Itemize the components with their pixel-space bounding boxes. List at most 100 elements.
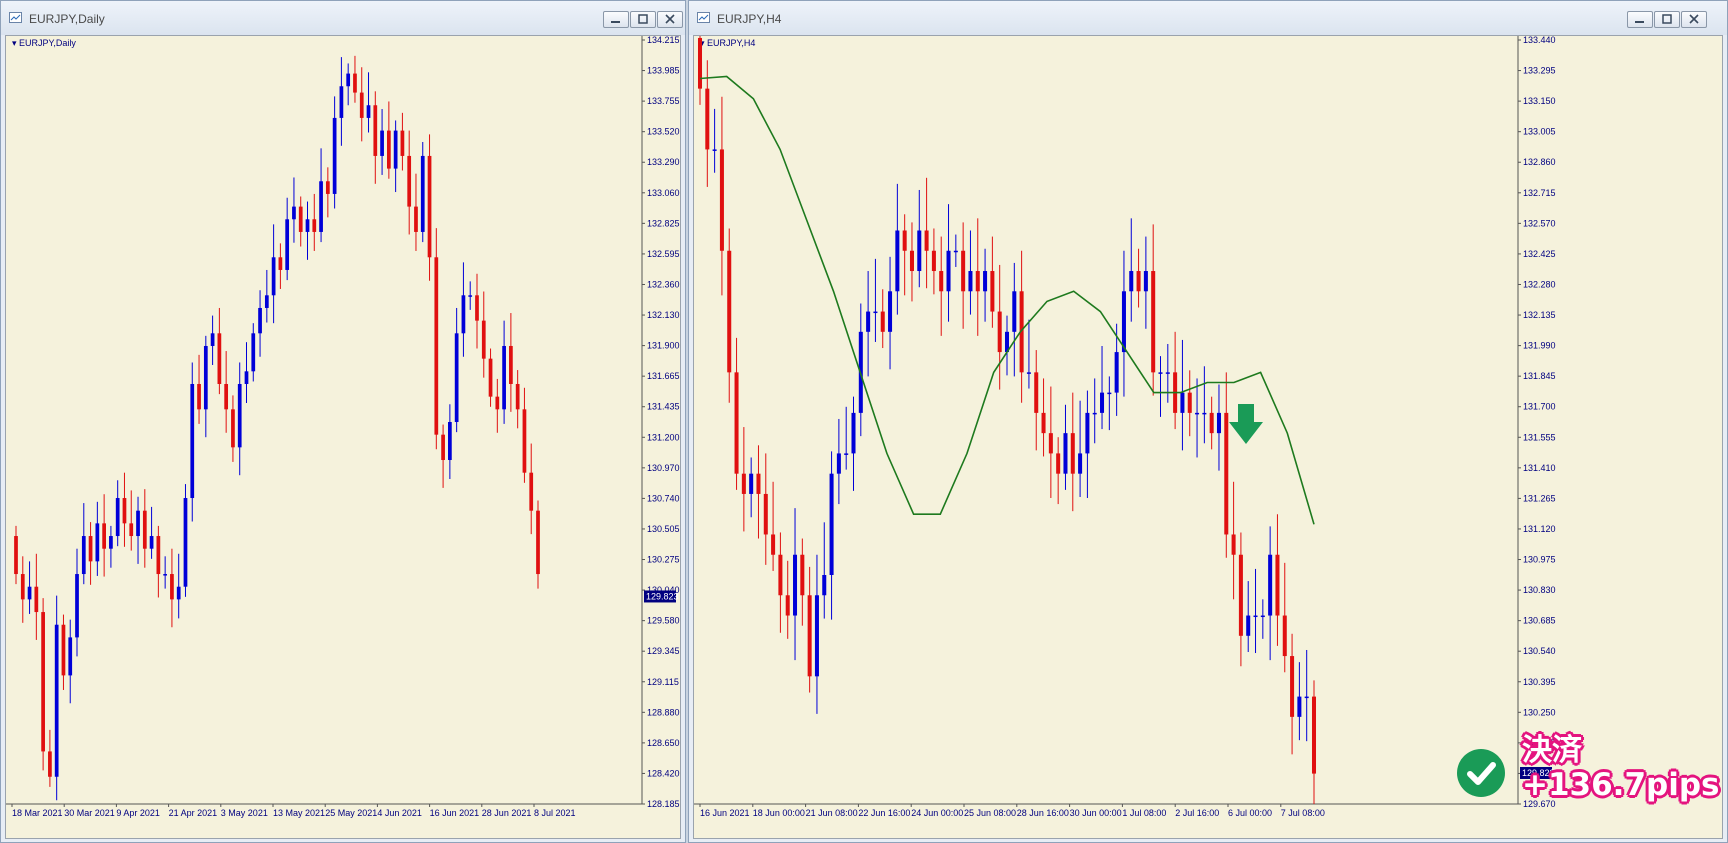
time-tick-label: 30 Mar 2021 bbox=[64, 808, 115, 818]
candle-body bbox=[441, 434, 445, 461]
candle-body bbox=[488, 358, 493, 397]
candle-body bbox=[1100, 392, 1105, 413]
close-button[interactable] bbox=[657, 11, 683, 28]
candle-body bbox=[1260, 615, 1265, 618]
time-tick-label: 22 Jun 16:00 bbox=[858, 808, 910, 818]
candle-body bbox=[109, 536, 113, 549]
candle-body bbox=[983, 271, 988, 292]
candle-body bbox=[1107, 392, 1112, 395]
price-tick-label: 128.185 bbox=[647, 799, 680, 809]
price-tick-label: 132.570 bbox=[1523, 218, 1556, 228]
candle-body bbox=[54, 624, 59, 777]
candle-body bbox=[1070, 433, 1075, 474]
candle-body bbox=[1136, 271, 1141, 292]
candle-body bbox=[829, 473, 834, 576]
price-tick-label: 132.715 bbox=[1523, 188, 1556, 198]
minimize-button[interactable] bbox=[603, 11, 629, 28]
time-tick-label: 24 Jun 00:00 bbox=[911, 808, 963, 818]
candle-body bbox=[939, 271, 944, 292]
time-tick-label: 16 Jun 2021 bbox=[430, 808, 480, 818]
candle-body bbox=[325, 181, 330, 194]
candle-body bbox=[1290, 656, 1295, 717]
minimize-button[interactable] bbox=[1627, 11, 1653, 28]
candle-body bbox=[1231, 534, 1236, 555]
down-arrow-icon bbox=[1229, 404, 1263, 444]
candle-body bbox=[851, 412, 856, 454]
candle-body bbox=[1151, 271, 1156, 373]
candle-body bbox=[420, 155, 425, 232]
price-tick-label: 130.540 bbox=[1523, 646, 1556, 656]
price-tick-label: 132.360 bbox=[647, 279, 680, 289]
price-tick-label: 130.830 bbox=[1523, 585, 1556, 595]
candle-body bbox=[778, 554, 783, 596]
candle-body bbox=[210, 333, 215, 346]
chart-window-icon bbox=[697, 12, 710, 23]
time-tick-label: 6 Jul 00:00 bbox=[1228, 808, 1272, 818]
candle-body bbox=[931, 250, 936, 272]
price-tick-label: 129.115 bbox=[647, 677, 679, 687]
candle-body bbox=[400, 130, 405, 156]
candle-body bbox=[1012, 291, 1017, 332]
candle-body bbox=[1056, 453, 1061, 474]
time-tick-label: 18 Jun 00:00 bbox=[753, 808, 805, 818]
candle-body bbox=[756, 473, 761, 494]
candle-body bbox=[522, 409, 527, 473]
candle-body bbox=[1129, 271, 1134, 292]
candle-body bbox=[136, 510, 140, 537]
current-price-label: 129.823 bbox=[646, 591, 679, 601]
candle-body bbox=[1282, 615, 1287, 657]
candle-body bbox=[902, 230, 907, 251]
candle-body bbox=[1311, 696, 1317, 774]
candle-body bbox=[1275, 554, 1280, 616]
candle-body bbox=[258, 307, 262, 334]
title-bar[interactable]: EURJPY,H4 bbox=[689, 1, 1727, 35]
price-tick-label: 133.520 bbox=[647, 127, 680, 137]
candle-body bbox=[319, 181, 323, 232]
candle-body bbox=[1246, 615, 1251, 636]
time-tick-label: 13 May 2021 bbox=[273, 808, 325, 818]
candle-body bbox=[271, 257, 276, 296]
candle-body bbox=[515, 383, 520, 410]
candle-body bbox=[393, 130, 398, 169]
candle-body bbox=[917, 230, 922, 272]
candle-body bbox=[231, 409, 235, 448]
price-tick-label: 129.580 bbox=[647, 616, 680, 626]
candle-body bbox=[461, 295, 466, 334]
candle-body bbox=[719, 149, 724, 251]
restore-button[interactable] bbox=[630, 11, 656, 28]
candle-body bbox=[749, 473, 754, 494]
time-tick-label: 2 Jul 16:00 bbox=[1175, 808, 1219, 818]
time-tick-label: 3 May 2021 bbox=[221, 808, 268, 818]
time-tick-label: 21 Jun 08:00 bbox=[806, 808, 858, 818]
check-icon bbox=[1467, 762, 1496, 785]
candle-body bbox=[1304, 696, 1309, 699]
chart-area-h4[interactable]: ▾ EURJPY,H4 133.440 133.295 133.150 133.005… bbox=[693, 35, 1723, 839]
candle-body bbox=[1026, 372, 1031, 374]
price-tick-label: 132.425 bbox=[1523, 249, 1556, 259]
chart-area-daily[interactable]: ▾ EURJPY,Daily 134.215 133.985 133.755 133.… bbox=[5, 35, 681, 839]
candle-body bbox=[990, 271, 995, 312]
moving-average-line bbox=[699, 75, 1315, 525]
candle-body bbox=[836, 453, 841, 474]
candle-body bbox=[727, 250, 732, 373]
result-pips-label: +136.7pips bbox=[1522, 767, 1720, 803]
window-title: EURJPY,Daily bbox=[29, 12, 105, 26]
price-tick-label: 133.005 bbox=[1523, 127, 1556, 137]
candle-body bbox=[264, 295, 269, 308]
candle-body bbox=[1224, 412, 1229, 535]
restore-button[interactable] bbox=[1654, 11, 1680, 28]
candle-body bbox=[224, 383, 229, 410]
candle-body bbox=[1041, 412, 1046, 434]
candle-body bbox=[705, 88, 710, 150]
price-tick-label: 131.120 bbox=[1523, 524, 1556, 534]
close-button[interactable] bbox=[1681, 11, 1707, 28]
candle-body bbox=[102, 523, 106, 549]
candle-body bbox=[237, 383, 242, 448]
candle-body bbox=[278, 257, 283, 270]
candle-body bbox=[61, 624, 66, 676]
title-bar[interactable]: EURJPY,Daily bbox=[1, 1, 685, 35]
candle-body bbox=[115, 498, 120, 537]
minimize-icon bbox=[1635, 21, 1644, 23]
price-tick-label: 133.150 bbox=[1523, 96, 1556, 106]
candle-body bbox=[924, 230, 929, 251]
